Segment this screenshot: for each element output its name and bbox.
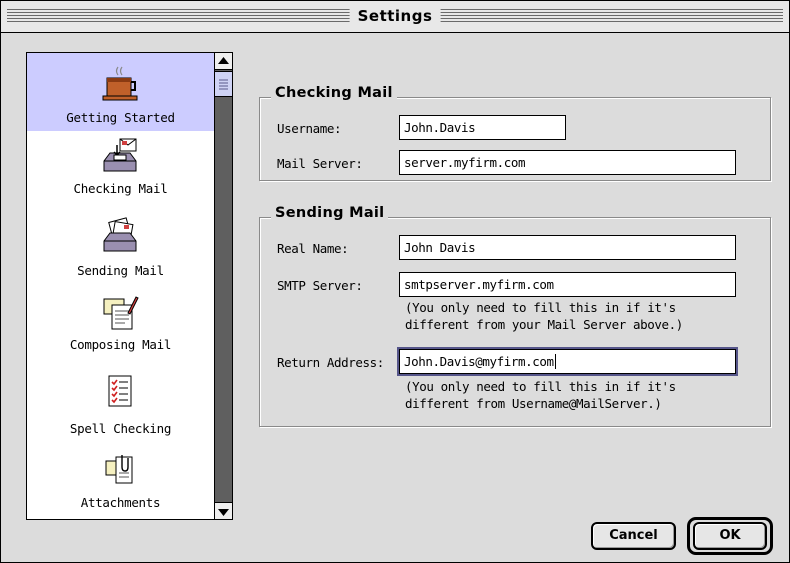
text-caret [554, 354, 556, 369]
vertical-scrollbar[interactable] [214, 53, 232, 519]
title-bar[interactable]: Settings [1, 1, 789, 33]
smtp-server-label: SMTP Server: [277, 278, 363, 293]
mail-server-field[interactable]: server.myfirm.com [399, 150, 736, 175]
scroll-down-button[interactable] [215, 502, 232, 519]
real-name-label: Real Name: [277, 241, 349, 256]
sidebar-item-label: Checking Mail [73, 181, 168, 196]
scroll-thumb[interactable] [215, 71, 232, 97]
sending-mail-title: Sending Mail [271, 205, 389, 221]
return-address-field[interactable]: John.Davis@myfirm.com [397, 347, 738, 376]
grip-icon [219, 79, 228, 90]
smtp-server-field[interactable]: smtpserver.myfirm.com [399, 272, 736, 297]
checklist-icon [100, 373, 140, 413]
sidebar-item-checking-mail[interactable]: Checking Mail [27, 131, 214, 209]
username-label: Username: [277, 121, 342, 136]
sidebar-item-label: Sending Mail [77, 263, 164, 278]
return-note-line-2: different from Username@MailServer.) [405, 396, 662, 411]
sidebar-item-getting-started[interactable]: Getting Started [27, 53, 214, 131]
category-items: Getting Started Checking Mail Sending Ma… [27, 53, 214, 519]
settings-category-list: Getting Started Checking Mail Sending Ma… [26, 52, 233, 520]
sidebar-item-label: Composing Mail [69, 337, 172, 352]
ok-button[interactable]: OK [693, 522, 767, 550]
username-field[interactable]: John.Davis [399, 115, 566, 140]
coffee-cup-icon [100, 65, 140, 105]
sidebar-item-label: Getting Started [66, 110, 175, 125]
return-address-label: Return Address: [277, 355, 384, 370]
mail-server-label: Mail Server: [277, 156, 363, 171]
arrow-down-icon [218, 509, 229, 516]
scroll-up-button[interactable] [215, 53, 232, 70]
window-title: Settings [349, 5, 441, 27]
settings-window: Settings Getting Started Checking Mail S… [0, 0, 790, 563]
mail-outbox-icon [100, 217, 140, 257]
sidebar-item-sending-mail[interactable]: Sending Mail [27, 209, 214, 287]
return-address-value: John.Davis@myfirm.com [404, 354, 554, 369]
arrow-up-icon [218, 57, 229, 64]
compose-document-icon [100, 293, 140, 333]
sidebar-item-attachments[interactable]: Attachments [27, 443, 214, 519]
sidebar-item-spell-checking[interactable]: Spell Checking [27, 365, 214, 443]
cancel-button[interactable]: Cancel [591, 522, 676, 550]
sidebar-item-composing-mail[interactable]: Composing Mail [27, 287, 214, 365]
smtp-note-line-1: (You only need to fill this in if it's [405, 300, 676, 315]
smtp-note-line-2: different from your Mail Server above.) [405, 317, 683, 332]
sidebar-item-label: Spell Checking [69, 421, 172, 436]
checking-mail-title: Checking Mail [271, 85, 397, 101]
real-name-field[interactable]: John Davis [399, 235, 736, 260]
return-note-line-1: (You only need to fill this in if it's [405, 379, 676, 394]
attachment-icon [100, 453, 140, 493]
mail-inbox-icon [100, 137, 140, 177]
sidebar-item-label: Attachments [80, 495, 161, 510]
